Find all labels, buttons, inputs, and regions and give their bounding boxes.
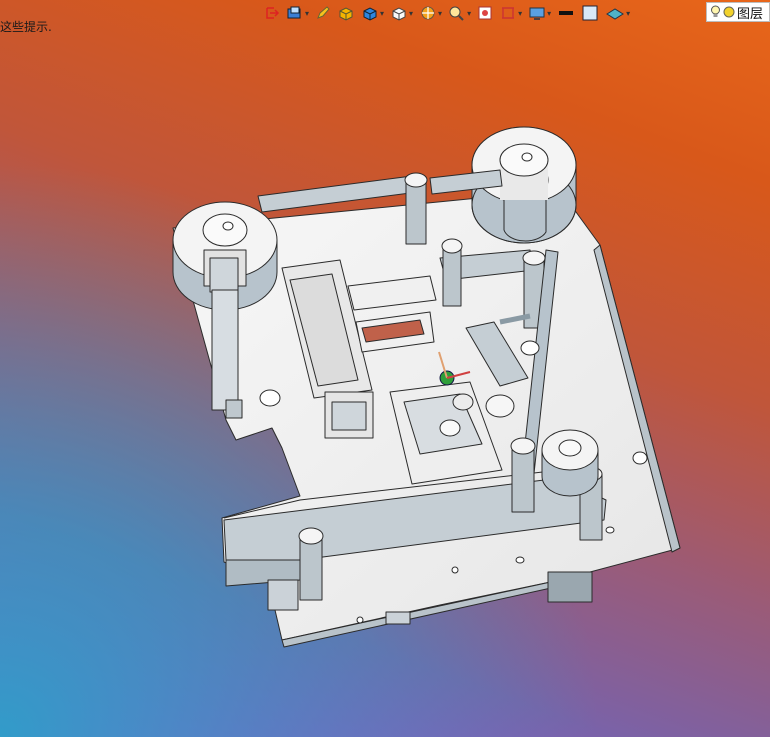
layer-control[interactable]: 图层	[706, 2, 770, 22]
sun-icon	[723, 6, 735, 18]
layer-label: 图层	[737, 6, 764, 22]
chevron-down-icon: ▾	[438, 8, 443, 18]
roll-small-right	[541, 429, 599, 497]
chevron-down-icon: ▾	[380, 8, 385, 18]
heads-up-toolbar: ▾ ▾ ▾ ▾ ▾ ▾ ▾ ▾	[262, 2, 632, 24]
chevron-down-icon: ▾	[626, 8, 631, 18]
yellow-cube-icon[interactable]	[335, 3, 357, 23]
chevron-down-icon: ▾	[518, 8, 523, 18]
white-cube-icon[interactable]: ▾	[388, 3, 415, 23]
chevron-down-icon: ▾	[409, 8, 414, 18]
monitor-icon[interactable]: ▾	[526, 3, 553, 23]
chevron-down-icon: ▾	[305, 8, 310, 18]
pen-icon[interactable]	[313, 3, 333, 23]
fill-color-icon[interactable]	[579, 3, 601, 23]
view-orient-icon[interactable]: ▾	[284, 3, 311, 23]
lightbulb-icon	[711, 5, 720, 17]
blue-cube-icon[interactable]: ▾	[359, 3, 386, 23]
zoom-icon[interactable]: ▾	[446, 3, 473, 23]
display-style-icon[interactable]: ▾	[497, 3, 524, 23]
scene-icon[interactable]: ▾	[603, 3, 632, 23]
exit-sketch-icon[interactable]	[262, 3, 282, 23]
left-guide	[211, 289, 239, 411]
cad-model[interactable]	[0, 0, 770, 737]
appearance-icon[interactable]	[475, 3, 495, 23]
chevron-down-icon: ▾	[467, 8, 472, 18]
chevron-down-icon: ▾	[547, 8, 552, 18]
hint-text: 这些提示.	[0, 20, 52, 34]
line-color-icon[interactable]	[555, 3, 577, 23]
section-view-icon[interactable]: ▾	[417, 3, 444, 23]
